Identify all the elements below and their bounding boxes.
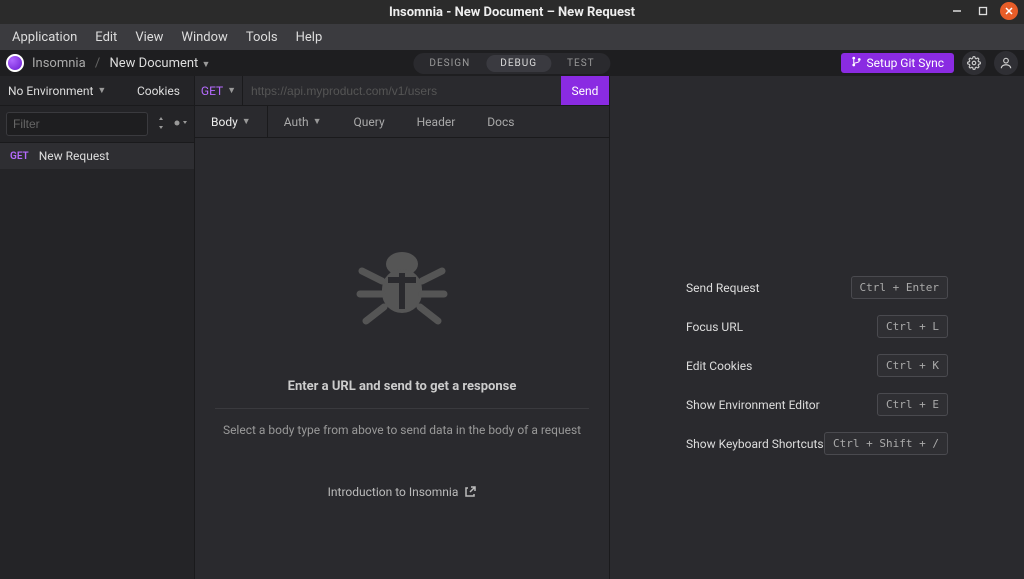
intro-link[interactable]: Introduction to Insomnia	[328, 485, 477, 499]
breadcrumb-app[interactable]: Insomnia	[32, 56, 86, 71]
git-sync-label: Setup Git Sync	[867, 56, 944, 70]
chevron-down-icon: ▼	[227, 85, 236, 96]
breadcrumb-doc[interactable]: New Document	[110, 56, 199, 71]
shortcut-row: Show Environment Editor Ctrl + E	[686, 393, 948, 416]
shortcut-keys: Ctrl + Enter	[851, 276, 948, 299]
method-selected: GET	[201, 84, 223, 98]
shortcut-row: Send Request Ctrl + Enter	[686, 276, 948, 299]
window-titlebar: Insomnia - New Document – New Request	[0, 0, 1024, 24]
shortcut-label: Show Keyboard Shortcuts	[686, 437, 824, 451]
minimize-button[interactable]	[948, 2, 966, 20]
gear-icon	[967, 56, 981, 70]
menu-application[interactable]: Application	[4, 26, 85, 49]
branch-icon	[851, 56, 862, 70]
tab-body[interactable]: Body ▼	[195, 106, 268, 137]
tab-test[interactable]: TEST	[553, 55, 609, 72]
chevron-down-icon[interactable]: ▼	[202, 60, 211, 70]
empty-title: Enter a URL and send to get a response	[288, 379, 517, 394]
send-label: Send	[572, 84, 599, 98]
menu-view[interactable]: View	[127, 26, 171, 49]
menu-edit[interactable]: Edit	[87, 26, 125, 49]
method-dropdown[interactable]: GET ▼	[195, 76, 243, 105]
account-button[interactable]	[994, 51, 1018, 75]
mode-tabs: DESIGN DEBUG TEST	[413, 53, 610, 74]
tab-query[interactable]: Query	[338, 106, 401, 137]
request-empty-state: Enter a URL and send to get a response S…	[195, 138, 609, 579]
header-right: Setup Git Sync	[841, 51, 1018, 75]
external-link-icon	[464, 486, 476, 498]
request-item[interactable]: GET New Request	[0, 143, 194, 169]
window-title: Insomnia - New Document – New Request	[0, 5, 1024, 20]
shortcut-label: Show Environment Editor	[686, 398, 820, 412]
request-pane: GET ▼ Send Body ▼ Auth ▼ Query Header Doc…	[195, 76, 610, 579]
git-sync-button[interactable]: Setup Git Sync	[841, 53, 954, 73]
tab-docs[interactable]: Docs	[471, 106, 530, 137]
shortcut-keys: Ctrl + Shift + /	[824, 432, 948, 455]
divider	[215, 408, 589, 409]
chevron-down-icon: ▼	[242, 116, 251, 127]
maximize-button[interactable]	[974, 2, 992, 20]
shortcut-label: Send Request	[686, 281, 760, 295]
settings-button[interactable]	[962, 51, 986, 75]
shortcut-label: Focus URL	[686, 320, 743, 334]
window-controls	[948, 2, 1018, 20]
user-icon	[999, 56, 1013, 70]
request-tabs: Body ▼ Auth ▼ Query Header Docs	[195, 106, 609, 138]
response-pane: Send Request Ctrl + Enter Focus URL Ctrl…	[610, 76, 1024, 579]
menubar: Application Edit View Window Tools Help	[0, 24, 1024, 50]
menu-help[interactable]: Help	[288, 26, 331, 49]
sidebar: No Environment ▼ Cookies GET New Request	[0, 76, 195, 579]
shortcut-keys: Ctrl + E	[877, 393, 948, 416]
cookies-button[interactable]: Cookies	[123, 76, 194, 105]
tab-header[interactable]: Header	[401, 106, 472, 137]
shortcut-row: Edit Cookies Ctrl + K	[686, 354, 948, 377]
environment-dropdown[interactable]: No Environment ▼	[0, 84, 123, 98]
menu-tools[interactable]: Tools	[238, 26, 286, 49]
insomnia-logo-icon[interactable]	[6, 54, 24, 72]
tab-auth-label: Auth	[284, 115, 309, 129]
breadcrumb-sep: /	[95, 56, 100, 71]
bug-icon	[352, 239, 452, 343]
tab-design[interactable]: DESIGN	[415, 55, 484, 72]
request-name-label: New Request	[39, 149, 110, 163]
chevron-down-icon: ▼	[97, 85, 106, 96]
url-row: GET ▼ Send	[195, 76, 609, 106]
app-header: Insomnia / New Document ▼ DESIGN DEBUG T…	[0, 50, 1024, 76]
cookies-label: Cookies	[137, 84, 180, 98]
shortcut-row: Show Keyboard Shortcuts Ctrl + Shift + /	[686, 432, 948, 455]
url-input[interactable]	[243, 76, 561, 105]
shortcut-keys: Ctrl + K	[877, 354, 948, 377]
chevron-down-icon: ▼	[313, 116, 322, 127]
shortcut-label: Edit Cookies	[686, 359, 752, 373]
empty-subtitle: Select a body type from above to send da…	[223, 423, 581, 437]
filter-input[interactable]	[6, 112, 148, 136]
close-button[interactable]	[1000, 2, 1018, 20]
main-area: No Environment ▼ Cookies GET New Request…	[0, 76, 1024, 579]
filter-row	[0, 106, 194, 143]
add-menu-icon[interactable]	[174, 118, 188, 131]
tab-debug[interactable]: DEBUG	[486, 55, 551, 72]
tab-auth[interactable]: Auth ▼	[268, 106, 338, 137]
menu-window[interactable]: Window	[173, 26, 235, 49]
request-method-label: GET	[10, 151, 29, 162]
breadcrumb: Insomnia / New Document ▼	[32, 56, 210, 71]
tab-body-label: Body	[211, 115, 238, 129]
send-button[interactable]: Send	[561, 76, 609, 105]
environment-label: No Environment	[8, 84, 93, 98]
shortcut-row: Focus URL Ctrl + L	[686, 315, 948, 338]
sort-icon[interactable]	[156, 117, 166, 132]
sidebar-top: No Environment ▼ Cookies	[0, 76, 194, 106]
intro-link-label: Introduction to Insomnia	[328, 485, 459, 499]
shortcut-keys: Ctrl + L	[877, 315, 948, 338]
